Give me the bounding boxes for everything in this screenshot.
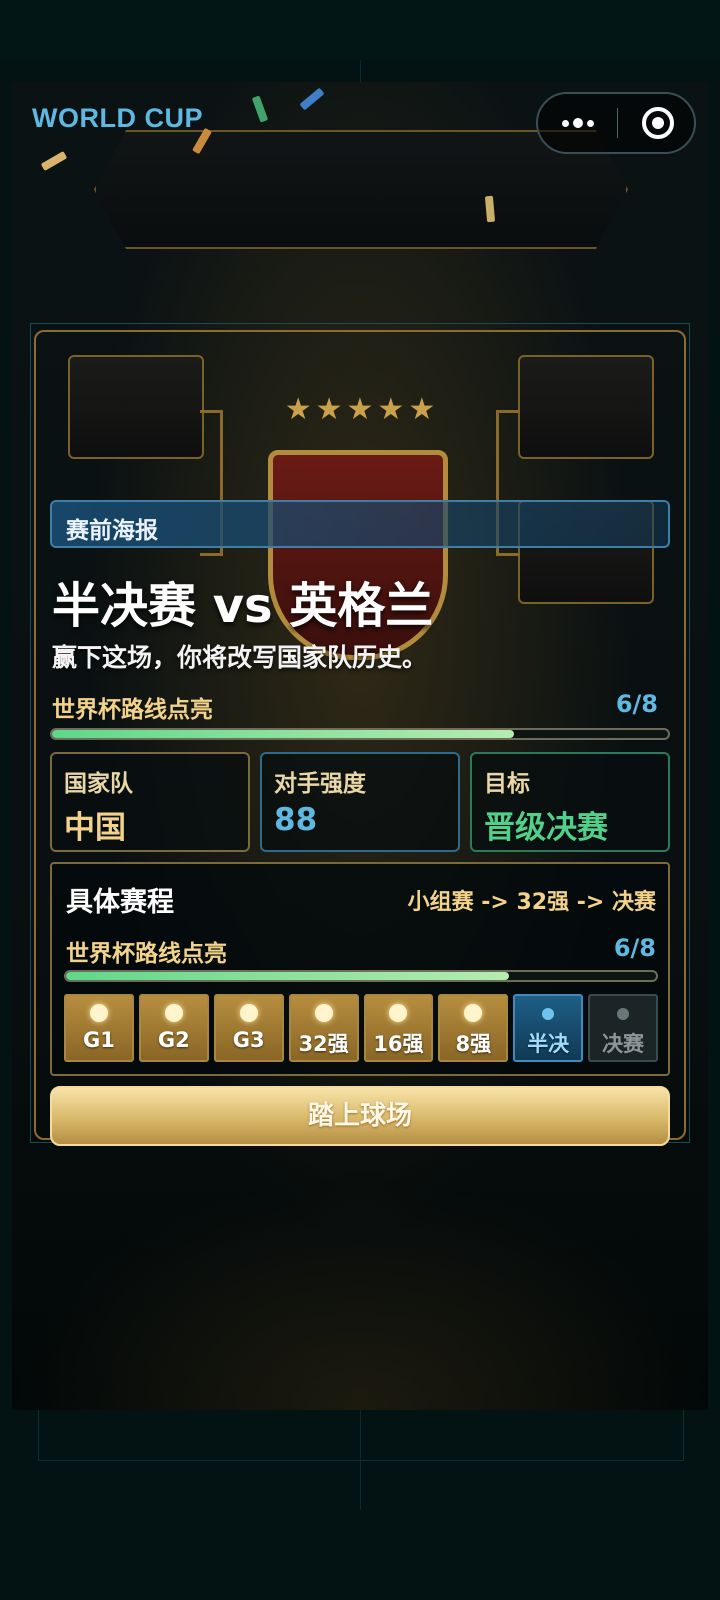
stage-g3[interactable]: G3 xyxy=(213,994,284,1062)
route-label: 世界杯路线点亮 xyxy=(52,697,213,723)
schedule-title: 具体赛程 xyxy=(66,887,174,918)
schedule-path: 小组赛 -> 32强 -> 决赛 xyxy=(407,890,656,915)
enter-pitch-button[interactable]: 踏上球场 xyxy=(50,1086,670,1146)
stage-dot-icon xyxy=(89,1004,108,1022)
stage-final[interactable]: 决赛 xyxy=(588,994,658,1062)
schedule-progress-fill xyxy=(66,972,509,980)
status-strip xyxy=(0,0,720,60)
match-subtitle: 赢下这场，你将改写国家队历史。 xyxy=(52,643,428,672)
stage-dot-icon xyxy=(617,1008,630,1020)
schedule-route-count: 6/8 xyxy=(613,934,656,962)
stage-list: G1 G2 G3 32强 16强 8强 半决 决赛 xyxy=(64,994,658,1062)
stat-value: 中国 xyxy=(64,810,126,846)
stage-quarterfinal[interactable]: 8强 xyxy=(438,994,509,1062)
stage-round-16[interactable]: 16强 xyxy=(363,994,434,1062)
stat-value: 88 xyxy=(274,802,318,838)
stage-dot-icon xyxy=(314,1004,333,1022)
poster-tag-label: 赛前海报 xyxy=(66,518,158,544)
poster-tag: 赛前海报 xyxy=(50,500,670,548)
stage-g1[interactable]: G1 xyxy=(64,994,134,1062)
route-count: 6/8 xyxy=(615,690,658,718)
schedule-route-label: 世界杯路线点亮 xyxy=(66,941,227,967)
more-dots-icon[interactable] xyxy=(538,94,617,152)
stadium-ground xyxy=(12,1180,708,1410)
stage-dot-icon xyxy=(389,1004,408,1022)
stage-dot-icon xyxy=(164,1004,183,1022)
stage-dot-icon xyxy=(239,1004,258,1022)
brand-title: WORLD CUP xyxy=(32,103,203,133)
stage-semifinal[interactable]: 半决 xyxy=(513,994,584,1062)
schedule-progress-bar xyxy=(64,970,658,982)
capsule-divider xyxy=(617,108,618,138)
close-target-icon[interactable] xyxy=(642,107,674,139)
mini-program-capsule xyxy=(536,92,696,154)
stage-dot-icon xyxy=(542,1008,555,1020)
route-progress-bar xyxy=(50,728,670,740)
stage-dot-icon xyxy=(464,1004,483,1022)
route-progress-fill xyxy=(52,730,514,738)
stage-g2[interactable]: G2 xyxy=(138,994,209,1062)
match-title: 半决赛 vs 英格兰 xyxy=(52,578,434,634)
stat-card-team: 国家队 中国 xyxy=(50,752,250,852)
stat-card-opponent: 对手强度 88 xyxy=(260,752,460,852)
stat-value: 晋级决赛 xyxy=(484,810,608,846)
stage-round-32[interactable]: 32强 xyxy=(288,994,359,1062)
bottom-grid xyxy=(38,1410,684,1461)
stat-card-goal: 目标 晋级决赛 xyxy=(470,752,670,852)
stat-label: 目标 xyxy=(484,771,530,797)
stat-label: 对手强度 xyxy=(274,771,366,797)
stat-label: 国家队 xyxy=(64,771,133,797)
